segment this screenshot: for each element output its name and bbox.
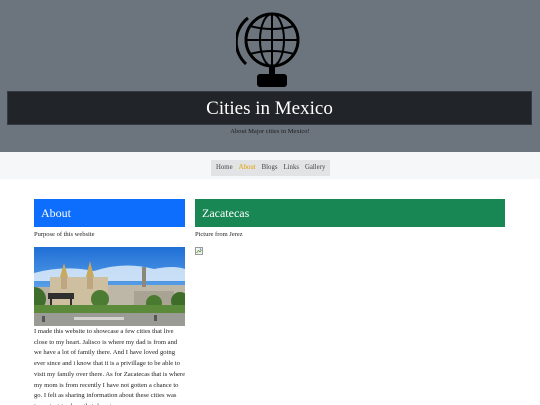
zacatecas-caption: Picture from Jerez [195, 231, 243, 238]
globe-stand-icon [236, 12, 300, 87]
about-heading-bar: About [34, 199, 185, 227]
page-title: Cities in Mexico [206, 98, 333, 119]
city-plaza-photo [34, 247, 185, 326]
title-bar: Cities in Mexico [7, 91, 532, 125]
page-subtitle: About Major cities in Mexico! [230, 128, 310, 135]
nav-links[interactable]: Links [281, 160, 302, 176]
site-header: Cities in Mexico About Major cities in M… [0, 0, 540, 152]
about-purpose: Purpose of this website [34, 231, 95, 238]
nav-gallery[interactable]: Gallery [302, 160, 328, 176]
main-nav: Home About Blogs Links Gallery [211, 160, 331, 176]
about-heading: About [41, 206, 71, 220]
nav-home[interactable]: Home [213, 160, 236, 176]
nav-about[interactable]: About [236, 160, 259, 176]
about-description: I made this website to showcase a few ci… [34, 328, 186, 405]
broken-image-icon [195, 247, 203, 255]
zacatecas-heading-bar: Zacatecas [195, 199, 505, 227]
zacatecas-heading: Zacatecas [202, 206, 250, 220]
nav-blogs[interactable]: Blogs [259, 160, 281, 176]
